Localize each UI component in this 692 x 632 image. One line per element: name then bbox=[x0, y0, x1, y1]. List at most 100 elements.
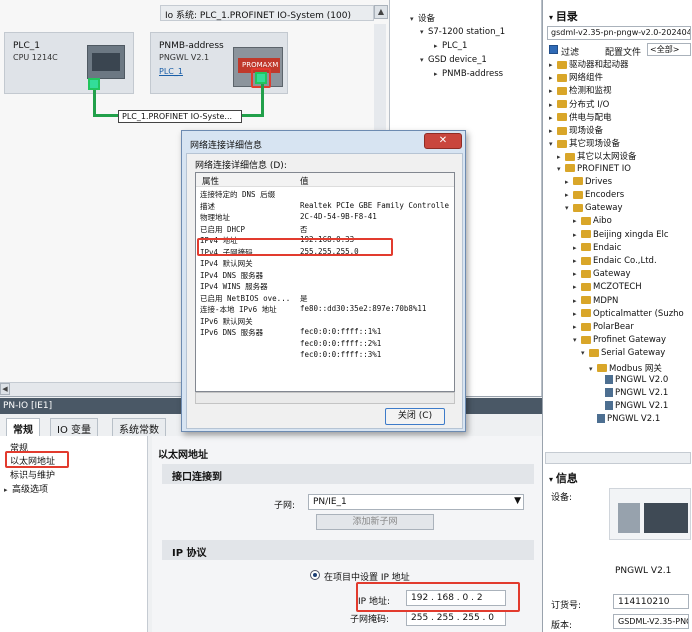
collapse-icon: ▾ bbox=[549, 13, 556, 22]
version-label: 版本: bbox=[551, 621, 573, 631]
nav-advanced[interactable]: ▸ 高级选项 bbox=[4, 482, 48, 495]
catalog-hscroll[interactable] bbox=[545, 452, 691, 464]
ipv4-highlight bbox=[197, 238, 393, 256]
catalog-tree[interactable]: ▸ 驱动器和起动器 ▸ 网络组件 ▸ 检测和监视 ▸ 分布式 I/O ▸ 供电与配电 ▸ 现场设备 ▾ 其… bbox=[543, 58, 692, 454]
detail-value: fec0:0:0:ffff::3%1 bbox=[300, 350, 382, 359]
network-details-dialog[interactable]: 网络连接详细信息 ✕ 网络连接详细信息 (D): 属性 值 连接特定的 DNS … bbox=[181, 130, 466, 432]
subnet-select[interactable]: PN/IE_1 ▼ bbox=[308, 494, 524, 510]
catalog-item-label: PolarBear bbox=[593, 322, 634, 332]
details-list[interactable]: 属性 值 连接特定的 DNS 后缀 描述 Realtek PCIe GBE Fami… bbox=[195, 172, 455, 392]
collapse-icon: ▾ bbox=[549, 475, 556, 484]
catalog-item[interactable]: ▸ 网络组件 bbox=[549, 71, 603, 83]
col-value[interactable]: 值 bbox=[300, 175, 309, 187]
dialog-body: 网络连接详细信息 (D): 属性 值 连接特定的 DNS 后缀 描述 Realtek… bbox=[186, 153, 463, 429]
catalog-item[interactable]: ▸ Encoders bbox=[565, 190, 624, 200]
gateway-plc-link[interactable]: PLC_1 bbox=[159, 67, 183, 76]
catalog-item-label: Profinet Gateway bbox=[593, 335, 667, 346]
expand-icon: ▾ bbox=[573, 336, 577, 345]
subnet-mask-input[interactable]: 255 . 255 . 255 . 0 bbox=[406, 610, 506, 626]
add-subnet-button[interactable]: 添加新子网 bbox=[316, 514, 434, 530]
catalog-item[interactable]: PNGWL V2.1 bbox=[589, 414, 660, 424]
catalog-title: ▾ 目录 bbox=[549, 10, 578, 23]
catalog-item[interactable]: ▸ Aibo bbox=[573, 216, 612, 226]
catalog-item[interactable]: ▸ Gateway bbox=[573, 269, 631, 279]
catalog-item[interactable]: PNGWL V2.1 bbox=[597, 388, 668, 398]
scroll-left-icon[interactable]: ◀ bbox=[0, 383, 10, 395]
collapse-icon: ▸ bbox=[573, 243, 577, 252]
folder-icon bbox=[581, 243, 591, 252]
catalog-item[interactable]: ▸ MCZOTECH bbox=[573, 282, 642, 292]
catalog-item[interactable]: ▾ PROFINET IO bbox=[557, 164, 631, 174]
catalog-item[interactable]: ▸ MDPN bbox=[573, 296, 618, 306]
catalog-item[interactable]: ▸ PolarBear bbox=[573, 322, 634, 332]
collapse-icon: ▸ bbox=[565, 177, 569, 186]
profile-label: 配置文件 bbox=[605, 48, 642, 58]
catalog-item-label: MCZOTECH bbox=[593, 282, 642, 293]
version-value: GSDML-V2.35-PNG bbox=[613, 614, 689, 629]
catalog-item[interactable]: ▸ Endaic Co.,Ltd. bbox=[573, 256, 657, 266]
catalog-item[interactable]: ▸ 现场设备 bbox=[549, 124, 603, 136]
expand-icon: ▾ bbox=[410, 15, 414, 23]
device-image bbox=[609, 488, 691, 540]
catalog-item-label: 其它现场设备 bbox=[569, 139, 621, 150]
radio-set-ip[interactable] bbox=[310, 570, 320, 580]
catalog-item[interactable]: ▸ Beijing xingda Elc bbox=[573, 230, 669, 240]
catalog-item-label: MDPN bbox=[593, 295, 619, 306]
tree-item-station[interactable]: ▾ S7-1200 station_1 bbox=[420, 27, 505, 37]
nav-identification[interactable]: 标识与维护 bbox=[10, 468, 55, 481]
catalog-item[interactable]: PNGWL V2.1 bbox=[597, 401, 668, 411]
folder-icon bbox=[581, 282, 591, 291]
tab-system-constants[interactable]: 系统常数 bbox=[112, 418, 166, 436]
catalog-item[interactable]: ▸ 供电与配电 bbox=[549, 111, 612, 123]
catalog-item[interactable]: ▾ 其它现场设备 bbox=[549, 137, 620, 149]
detail-key: IPv4 DNS 服务器 bbox=[200, 270, 264, 280]
catalog-item[interactable]: ▸ 分布式 I/O bbox=[549, 98, 609, 110]
info-device-name: PNGWL V2.1 bbox=[615, 566, 672, 576]
detail-key: 描述 bbox=[200, 201, 215, 211]
catalog-item[interactable]: ▸ Opticalmatter (Suzho bbox=[573, 309, 684, 319]
catalog-item[interactable]: ▾ Modbus 网关 bbox=[589, 362, 662, 374]
plc-port-icon[interactable] bbox=[88, 78, 100, 90]
close-button[interactable]: 关闭 (C) bbox=[385, 408, 445, 425]
profinet-subnet-label[interactable]: PLC_1.PROFINET IO-Syste... bbox=[118, 110, 242, 123]
collapse-icon: ▸ bbox=[4, 486, 8, 494]
tab-general[interactable]: 常规 bbox=[6, 418, 40, 436]
detail-value: 2C-4D-54-9B-F8-41 bbox=[300, 212, 377, 221]
catalog-item[interactable]: ▾ Profinet Gateway bbox=[573, 335, 666, 345]
catalog-item[interactable]: ▸ 驱动器和起动器 bbox=[549, 58, 629, 70]
collapse-icon: ▸ bbox=[549, 113, 553, 122]
nav-highlight bbox=[5, 451, 69, 468]
plc-name: PLC_1 bbox=[13, 41, 40, 51]
catalog-item-label: 网络组件 bbox=[569, 73, 604, 84]
plc-device-box[interactable]: PLC_1 CPU 1214C bbox=[4, 32, 134, 94]
profile-select[interactable]: <全部> bbox=[647, 43, 691, 56]
scroll-up-button[interactable]: ▲ bbox=[374, 5, 388, 19]
plc-cpu: CPU 1214C bbox=[13, 53, 58, 62]
catalog-item[interactable]: ▸ 检测和监视 bbox=[549, 84, 612, 96]
ip-protocol-title: IP 协议 bbox=[172, 548, 207, 559]
dialog-hscroll[interactable] bbox=[195, 392, 455, 404]
catalog-item[interactable]: PNGWL V2.0 bbox=[597, 374, 668, 385]
collapse-icon: ▸ bbox=[573, 217, 577, 226]
collapse-icon: ▸ bbox=[573, 257, 577, 265]
collapse-icon: ▸ bbox=[549, 61, 553, 69]
col-property[interactable]: 属性 bbox=[202, 175, 219, 187]
tree-item-pnmb[interactable]: ▸ PNMB-address bbox=[434, 69, 503, 79]
tree-item-plc[interactable]: ▸ PLC_1 bbox=[434, 41, 467, 51]
close-icon[interactable]: ✕ bbox=[424, 133, 462, 149]
catalog-search-input[interactable]: gsdml-v2.35-pn-pngw-v2.0-2024042 bbox=[547, 26, 691, 40]
order-label: 订货号: bbox=[551, 601, 582, 611]
filter-label: 过滤 bbox=[561, 48, 580, 58]
collapse-icon: ▸ bbox=[557, 153, 561, 162]
catalog-item[interactable]: ▾ Serial Gateway bbox=[581, 348, 665, 358]
tree-root[interactable]: ▾ 设备 bbox=[410, 12, 435, 24]
catalog-item[interactable]: ▸ Endaic bbox=[573, 243, 621, 253]
catalog-item[interactable]: ▾ Gateway bbox=[565, 203, 623, 213]
catalog-item[interactable]: ▸ Drives bbox=[565, 177, 612, 187]
catalog-item[interactable]: ▸ 其它以太网设备 bbox=[557, 150, 637, 162]
tree-item-gsd[interactable]: ▾ GSD device_1 bbox=[420, 55, 487, 65]
detail-value: 否 bbox=[300, 224, 308, 234]
filter-checkbox[interactable] bbox=[549, 45, 558, 54]
catalog-item-label: Beijing xingda Elc bbox=[593, 229, 669, 240]
tab-io-vars[interactable]: IO 变量 bbox=[50, 418, 98, 436]
